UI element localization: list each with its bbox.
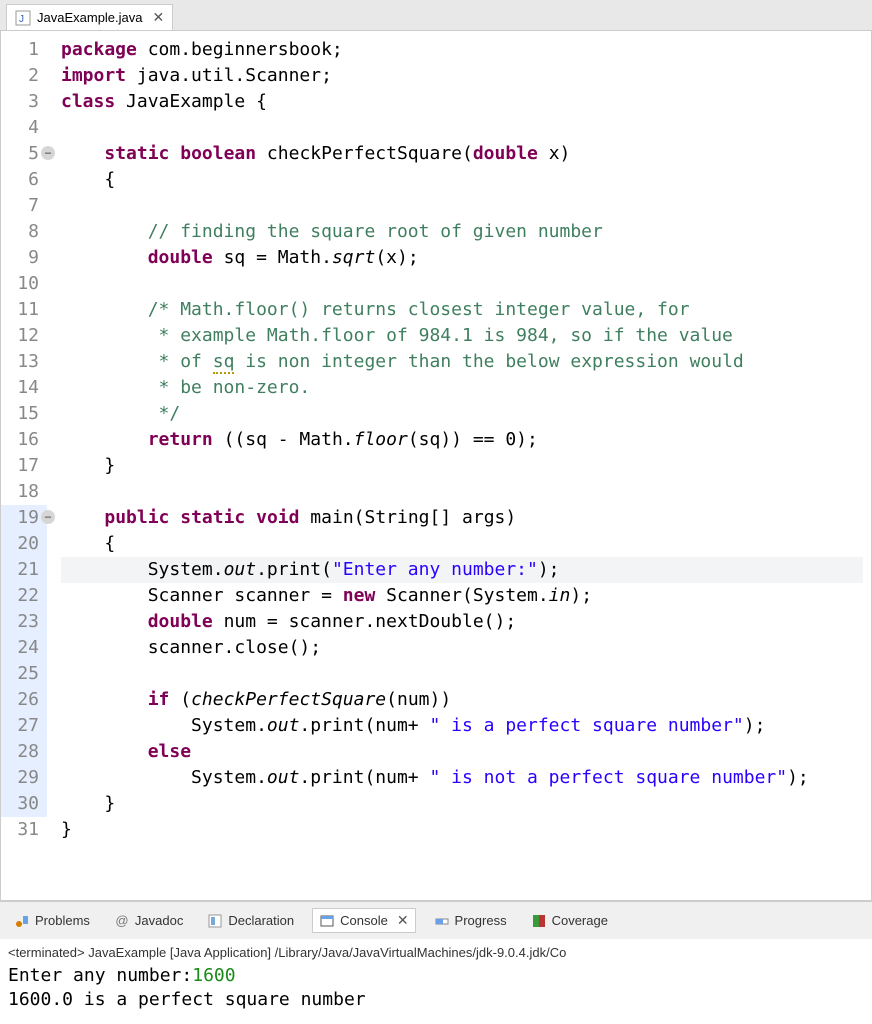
code-line[interactable]: System.out.print(num+ " is not a perfect…: [61, 765, 863, 791]
code-line[interactable]: double sq = Math.sqrt(x);: [61, 245, 863, 271]
console-result: 1600.0 is a perfect square number: [8, 989, 366, 1010]
code-line[interactable]: [61, 193, 863, 219]
fold-toggle-icon[interactable]: −: [41, 146, 55, 160]
svg-text:J: J: [19, 14, 24, 25]
declaration-icon: [207, 913, 223, 929]
code-area[interactable]: package com.beginnersbook;import java.ut…: [53, 31, 871, 900]
console-prompt: Enter any number:: [8, 965, 192, 986]
tab-label: Console: [340, 913, 388, 928]
java-file-icon: J: [15, 10, 31, 26]
line-number: 22: [1, 583, 47, 609]
line-number: 13: [1, 349, 47, 375]
code-line[interactable]: System.out.print("Enter any number:");: [61, 557, 863, 583]
tab-label: Coverage: [552, 913, 608, 928]
line-number: 6: [1, 167, 47, 193]
line-number: 20: [1, 531, 47, 557]
console-output[interactable]: Enter any number:1600 1600.0 is a perfec…: [0, 962, 872, 1024]
line-number: 1: [1, 37, 47, 63]
line-number: 11: [1, 297, 47, 323]
line-number: 14: [1, 375, 47, 401]
code-line[interactable]: }: [61, 817, 863, 843]
line-number: 25: [1, 661, 47, 687]
line-number: 18: [1, 479, 47, 505]
code-line[interactable]: [61, 661, 863, 687]
tab-declaration[interactable]: Declaration: [201, 910, 300, 932]
line-number: 24: [1, 635, 47, 661]
progress-icon: [434, 913, 450, 929]
line-number: 12: [1, 323, 47, 349]
code-line[interactable]: }: [61, 791, 863, 817]
line-number: 30: [1, 791, 47, 817]
line-number: 28: [1, 739, 47, 765]
line-number: 21: [1, 557, 47, 583]
bottom-view-tab-bar: Problems @ Javadoc Declaration Console ✕…: [0, 901, 872, 939]
line-number: 10: [1, 271, 47, 297]
code-line[interactable]: }: [61, 453, 863, 479]
tab-label: Javadoc: [135, 913, 183, 928]
close-icon[interactable]: ✕: [149, 9, 165, 26]
code-line[interactable]: {: [61, 531, 863, 557]
code-line[interactable]: * be non-zero.: [61, 375, 863, 401]
close-icon[interactable]: ✕: [393, 912, 409, 929]
coverage-icon: [531, 913, 547, 929]
code-line[interactable]: System.out.print(num+ " is a perfect squ…: [61, 713, 863, 739]
line-number: 3: [1, 89, 47, 115]
line-number: 5−: [1, 141, 47, 167]
code-line[interactable]: return ((sq - Math.floor(sq)) == 0);: [61, 427, 863, 453]
line-number: 9: [1, 245, 47, 271]
line-number: 8: [1, 219, 47, 245]
code-line[interactable]: double num = scanner.nextDouble();: [61, 609, 863, 635]
line-number: 31: [1, 817, 47, 843]
line-number-gutter: 12345−678910111213141516171819−202122232…: [1, 31, 53, 900]
code-line[interactable]: class JavaExample {: [61, 89, 863, 115]
code-line[interactable]: /* Math.floor() returns closest integer …: [61, 297, 863, 323]
line-number: 2: [1, 63, 47, 89]
code-line[interactable]: * of sq is non integer than the below ex…: [61, 349, 863, 375]
console-status: <terminated> JavaExample [Java Applicati…: [0, 939, 872, 962]
code-line[interactable]: * example Math.floor of 984.1 is 984, so…: [61, 323, 863, 349]
tab-label: Progress: [455, 913, 507, 928]
javadoc-icon: @: [114, 913, 130, 929]
code-line[interactable]: public static void main(String[] args): [61, 505, 863, 531]
editor-tab-javaexample[interactable]: J JavaExample.java ✕: [6, 4, 173, 30]
code-line[interactable]: [61, 115, 863, 141]
line-number: 19−: [1, 505, 47, 531]
line-number: 15: [1, 401, 47, 427]
tab-javadoc[interactable]: @ Javadoc: [108, 910, 189, 932]
code-line[interactable]: {: [61, 167, 863, 193]
line-number: 7: [1, 193, 47, 219]
code-line[interactable]: [61, 271, 863, 297]
line-number: 4: [1, 115, 47, 141]
editor-tab-label: JavaExample.java: [37, 10, 143, 25]
tab-progress[interactable]: Progress: [428, 910, 513, 932]
code-line[interactable]: package com.beginnersbook;: [61, 37, 863, 63]
code-line[interactable]: if (checkPerfectSquare(num)): [61, 687, 863, 713]
code-editor[interactable]: 12345−678910111213141516171819−202122232…: [0, 31, 872, 901]
editor-tab-bar: J JavaExample.java ✕: [0, 0, 872, 31]
code-line[interactable]: */: [61, 401, 863, 427]
line-number: 26: [1, 687, 47, 713]
problems-icon: [14, 913, 30, 929]
line-number: 23: [1, 609, 47, 635]
tab-label: Problems: [35, 913, 90, 928]
line-number: 27: [1, 713, 47, 739]
code-line[interactable]: else: [61, 739, 863, 765]
console-input-echo: 1600: [192, 965, 235, 986]
line-number: 29: [1, 765, 47, 791]
code-line[interactable]: import java.util.Scanner;: [61, 63, 863, 89]
tab-label: Declaration: [228, 913, 294, 928]
line-number: 16: [1, 427, 47, 453]
fold-toggle-icon[interactable]: −: [41, 510, 55, 524]
code-line[interactable]: static boolean checkPerfectSquare(double…: [61, 141, 863, 167]
code-line[interactable]: // finding the square root of given numb…: [61, 219, 863, 245]
tab-problems[interactable]: Problems: [8, 910, 96, 932]
tab-console[interactable]: Console ✕: [312, 908, 415, 933]
line-number: 17: [1, 453, 47, 479]
tab-coverage[interactable]: Coverage: [525, 910, 614, 932]
code-line[interactable]: scanner.close();: [61, 635, 863, 661]
code-line[interactable]: Scanner scanner = new Scanner(System.in)…: [61, 583, 863, 609]
code-line[interactable]: [61, 479, 863, 505]
console-icon: [319, 913, 335, 929]
